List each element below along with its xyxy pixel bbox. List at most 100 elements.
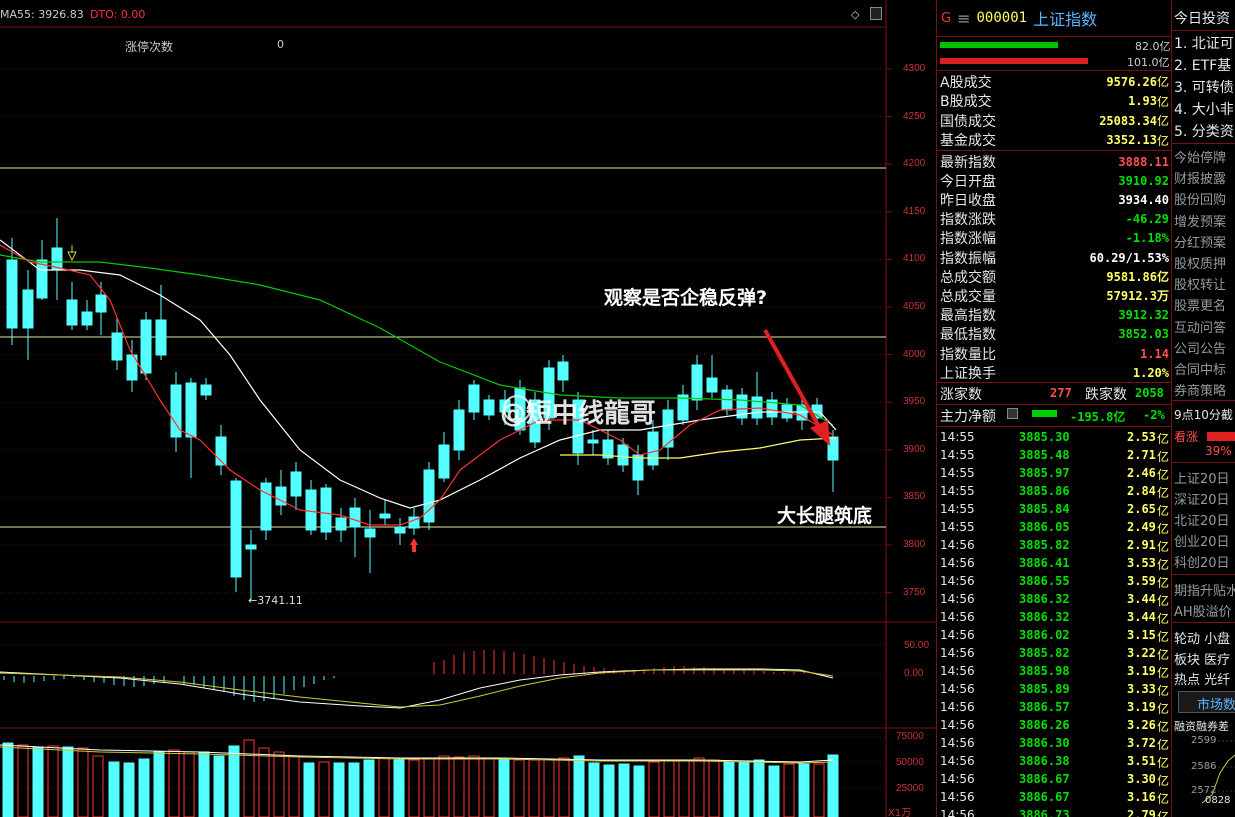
- rotation-link[interactable]: 热点 光纤: [1174, 669, 1230, 688]
- info-link[interactable]: 股权转让: [1174, 274, 1226, 293]
- tick-row[interactable]: 14:55 3885.48 2.71 亿: [937, 446, 1173, 464]
- tick-amount: 3.30: [1127, 772, 1156, 786]
- info-link[interactable]: 公司公告: [1174, 338, 1226, 357]
- tick-amount: 2.46: [1127, 466, 1156, 480]
- flow-link[interactable]: 创业20日: [1174, 531, 1230, 550]
- tick-price: 3885.30: [1019, 430, 1070, 444]
- misc-link[interactable]: AH股溢价: [1174, 601, 1232, 620]
- rise-time-label: 9点10分截: [1174, 408, 1233, 422]
- info-link[interactable]: 股权质押: [1174, 253, 1226, 272]
- mini-tick-1: 2586: [1191, 761, 1217, 772]
- tick-row[interactable]: 14:56 3886.32 3.44 亿: [937, 590, 1173, 608]
- price-tick: 4300: [903, 63, 926, 74]
- tick-amount: 3.19: [1127, 664, 1156, 678]
- menu-icon[interactable]: ≡: [957, 9, 970, 28]
- tick-row[interactable]: 14:55 3885.97 2.46 亿: [937, 464, 1173, 482]
- stat-label: 今日开盘: [940, 173, 996, 190]
- tick-row[interactable]: 14:56 3885.89 3.33 亿: [937, 680, 1173, 698]
- info-link[interactable]: 增发预案: [1174, 211, 1226, 230]
- info-item[interactable]: 4. 大小非: [1174, 99, 1234, 119]
- flow-link[interactable]: 科创20日: [1174, 552, 1230, 571]
- info-link[interactable]: 分红预案: [1174, 232, 1226, 251]
- flow-link[interactable]: 北证20日: [1174, 510, 1230, 529]
- volume-bar: [333, 762, 345, 817]
- tick-row[interactable]: 14:56 3886.26 3.26 亿: [937, 716, 1173, 734]
- misc-link[interactable]: 期指升贴水: [1174, 580, 1235, 599]
- list-icon[interactable]: [1007, 408, 1018, 419]
- tick-price: 3886.67: [1019, 772, 1070, 786]
- candle-body: [617, 444, 629, 466]
- tick-row[interactable]: 14:56 3886.67 3.16 亿: [937, 788, 1173, 806]
- candle-body: [349, 507, 361, 528]
- flow-link[interactable]: 深证20日: [1174, 489, 1230, 508]
- tick-row[interactable]: 14:56 3886.73 2.79 亿: [937, 806, 1173, 817]
- info-link[interactable]: 合同中标: [1174, 359, 1226, 378]
- tick-price: 3886.57: [1019, 700, 1070, 714]
- info-link[interactable]: 今始停牌: [1174, 147, 1226, 166]
- tick-amount: 3.51: [1127, 754, 1156, 768]
- tick-amount: 3.19: [1127, 700, 1156, 714]
- market-data-button[interactable]: 市场数: [1178, 691, 1235, 713]
- price-tick: 3850: [903, 491, 926, 503]
- turnover-label: 国债成交: [940, 113, 996, 130]
- rotation-link[interactable]: 轮动 小盘: [1174, 628, 1230, 647]
- info-item[interactable]: 1. 北证可: [1174, 33, 1234, 53]
- watermark: @短中线龍哥: [500, 399, 657, 429]
- info-item[interactable]: 3. 可转债: [1174, 77, 1234, 97]
- tick-price: 3886.32: [1019, 610, 1070, 624]
- tick-row[interactable]: 14:56 3886.02 3.15 亿: [937, 626, 1173, 644]
- tick-row[interactable]: 14:56 3885.82 2.91 亿: [937, 536, 1173, 554]
- stat-value: 3910.92: [1118, 173, 1169, 188]
- tick-row[interactable]: 14:56 3886.55 3.59 亿: [937, 572, 1173, 590]
- tick-price: 3886.26: [1019, 718, 1070, 732]
- tick-row[interactable]: 14:56 3886.57 3.19 亿: [937, 698, 1173, 716]
- stat-label: 昨日收盘: [940, 192, 996, 209]
- sell-bar: [940, 58, 1088, 64]
- candle-body: [364, 528, 376, 538]
- turnover-value: 9576.26: [1106, 74, 1157, 89]
- candle-body: [140, 319, 152, 374]
- turnover-value: 3352.13: [1106, 133, 1157, 147]
- turnover-unit: 亿: [1156, 75, 1169, 89]
- tick-row[interactable]: 14:55 3886.05 2.49 亿: [937, 518, 1173, 536]
- stock-code[interactable]: 000001: [976, 10, 1027, 26]
- info-link[interactable]: 股份回购: [1174, 189, 1226, 208]
- down-count-value: 2058: [1135, 386, 1164, 400]
- tick-row[interactable]: 14:56 3886.32 3.44 亿: [937, 608, 1173, 626]
- tick-row[interactable]: 14:56 3886.41 3.53 亿: [937, 554, 1173, 572]
- candle-body: [587, 439, 599, 444]
- info-item[interactable]: 5. 分类资: [1174, 121, 1234, 141]
- flow-link[interactable]: 上证20日: [1174, 468, 1230, 487]
- info-link[interactable]: 股票更名: [1174, 295, 1226, 314]
- info-link[interactable]: 互动问答: [1174, 317, 1226, 336]
- rotation-link[interactable]: 板块 医疗: [1174, 649, 1230, 668]
- candle-body: [245, 544, 257, 550]
- tick-row[interactable]: 14:56 3885.82 3.22 亿: [937, 644, 1173, 662]
- info-item[interactable]: 2. ETF基: [1174, 55, 1231, 75]
- turnover-value: 1.93: [1128, 94, 1157, 108]
- tick-row[interactable]: 14:56 3885.98 3.19 亿: [937, 662, 1173, 680]
- diamond-icon[interactable]: ◇: [851, 8, 859, 21]
- info-link[interactable]: 财报披露: [1174, 168, 1226, 187]
- stat-value: 57912.3万: [1106, 289, 1169, 304]
- info-link[interactable]: 券商策略: [1174, 380, 1226, 399]
- tick-time: 14:55: [940, 502, 975, 516]
- tick-price: 3886.41: [1019, 556, 1070, 570]
- tick-unit: 亿: [1157, 756, 1170, 770]
- tick-row[interactable]: 14:56 3886.30 3.72 亿: [937, 734, 1173, 752]
- tick-unit: 亿: [1157, 774, 1170, 788]
- turnover-value: 25083.34: [1099, 113, 1157, 128]
- tick-unit: 亿: [1157, 630, 1170, 644]
- tick-price: 3885.89: [1019, 682, 1070, 696]
- tick-row[interactable]: 14:55 3885.30 2.53 亿: [937, 428, 1173, 446]
- tick-row[interactable]: 14:56 3886.38 3.51 亿: [937, 752, 1173, 770]
- tick-row[interactable]: 14:55 3885.84 2.65 亿: [937, 500, 1173, 518]
- tick-row[interactable]: 14:56 3886.67 3.30 亿: [937, 770, 1173, 788]
- mini-time: 0828: [1205, 795, 1231, 806]
- rise-pct: 39%: [1205, 444, 1232, 458]
- panel-toggle-icon[interactable]: [870, 7, 882, 20]
- stock-name[interactable]: 上证指数: [1033, 6, 1097, 30]
- tick-row[interactable]: 14:55 3885.86 2.84 亿: [937, 482, 1173, 500]
- kline-chart-area[interactable]: MA55: 3926.83 DTO: 0.00 涨停次数 0 ◇ ←3741.1…: [0, 0, 936, 817]
- volume-bar: [498, 759, 510, 817]
